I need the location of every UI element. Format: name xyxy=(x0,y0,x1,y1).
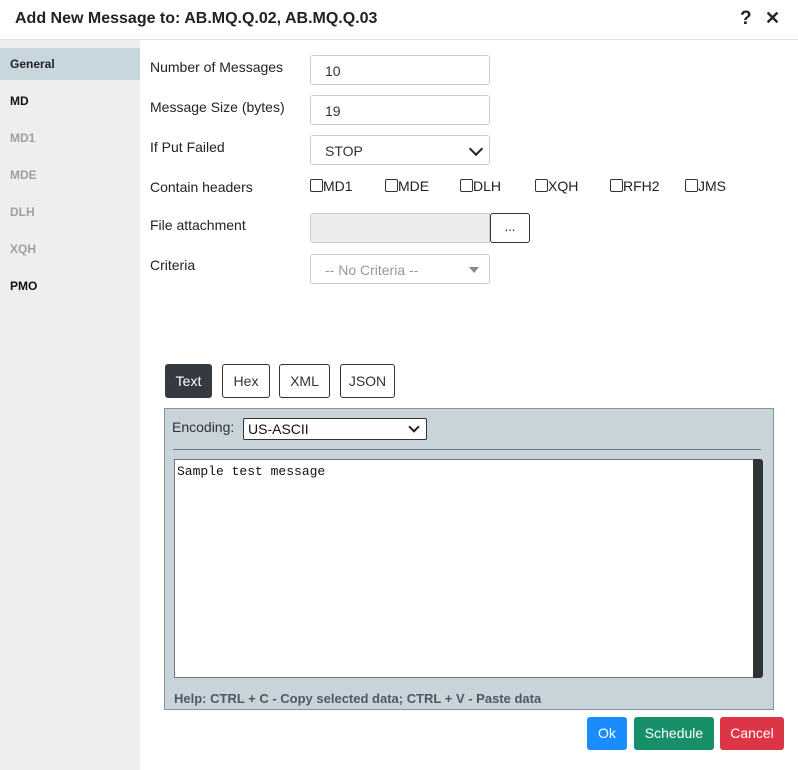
cancel-button[interactable]: Cancel xyxy=(720,717,784,750)
checkbox-md1[interactable]: MD1 xyxy=(310,178,353,194)
checkbox-xqh[interactable]: XQH xyxy=(535,178,578,194)
sidebar-item-mde: MDE xyxy=(10,168,37,182)
tab-json[interactable]: JSON xyxy=(340,364,395,398)
sidebar-item-pmo[interactable]: PMO xyxy=(0,270,140,302)
chevron-down-icon xyxy=(468,141,484,157)
ok-button[interactable]: Ok xyxy=(587,717,627,750)
textarea-scrollbar[interactable] xyxy=(753,459,763,678)
criteria-placeholder: -- No Criteria -- xyxy=(325,262,419,278)
sidebar-item-md1: MD1 xyxy=(10,131,36,145)
contain-headers-label: Contain headers xyxy=(150,179,253,195)
caret-down-icon xyxy=(469,267,479,273)
sidebar-item-xqh: XQH xyxy=(10,242,37,256)
checkbox-label: MD1 xyxy=(323,178,353,194)
num-messages-label: Number of Messages xyxy=(150,59,284,75)
checkbox-dlh[interactable]: DLH xyxy=(460,178,501,194)
schedule-button[interactable]: Schedule xyxy=(634,717,714,750)
criteria-label: Criteria xyxy=(150,257,196,273)
dialog-title: Add New Message to: AB.MQ.Q.02, AB.MQ.Q.… xyxy=(15,10,378,27)
tab-text[interactable]: Text xyxy=(165,364,212,398)
tab-hex[interactable]: Hex xyxy=(222,364,270,398)
checkbox-box xyxy=(310,179,323,192)
checkbox-rfh2[interactable]: RFH2 xyxy=(610,178,660,194)
sidebar-item-general[interactable]: General xyxy=(0,48,140,80)
message-textarea[interactable]: Sample test message xyxy=(174,459,754,678)
checkbox-mde[interactable]: MDE xyxy=(385,178,429,194)
checkbox-box xyxy=(610,179,623,192)
checkbox-box xyxy=(460,179,473,192)
checkbox-label: MDE xyxy=(398,178,430,194)
sidebar-item-md[interactable]: MD xyxy=(0,85,140,117)
message-editor: Encoding: US-ASCII Sample test message H… xyxy=(164,408,774,710)
help-icon[interactable]: ? xyxy=(740,8,752,30)
checkbox-box xyxy=(385,179,398,192)
tab-xml[interactable]: XML xyxy=(279,364,330,398)
checkbox-label: JMS xyxy=(698,178,726,194)
sidebar-item-dlh: DLH xyxy=(10,205,35,219)
browse-button[interactable]: ... xyxy=(490,213,530,243)
if-put-failed-value: STOP xyxy=(325,143,363,159)
editor-help-text: Help: CTRL + C - Copy selected data; CTR… xyxy=(174,691,542,706)
file-attachment-field xyxy=(310,213,490,243)
num-messages-input[interactable]: 10 xyxy=(310,55,490,85)
dialog-titlebar: Add New Message to: AB.MQ.Q.02, AB.MQ.Q.… xyxy=(0,0,798,40)
chevron-down-icon xyxy=(408,421,420,433)
if-put-failed-label: If Put Failed xyxy=(150,139,225,155)
encoding-value: US-ASCII xyxy=(248,421,309,437)
msg-size-label: Message Size (bytes) xyxy=(150,99,285,115)
file-attachment-label: File attachment xyxy=(150,217,246,233)
msg-size-input[interactable]: 19 xyxy=(310,95,490,125)
checkbox-label: XQH xyxy=(548,178,579,194)
sidebar: General MD MD1 MDE DLH XQH PMO xyxy=(0,40,140,770)
criteria-select[interactable]: -- No Criteria -- xyxy=(310,254,490,284)
checkbox-jms[interactable]: JMS xyxy=(685,178,726,194)
checkbox-label: DLH xyxy=(473,178,502,194)
encoding-select[interactable]: US-ASCII xyxy=(243,418,427,440)
checkbox-box xyxy=(685,179,698,192)
encoding-label: Encoding: xyxy=(172,419,235,435)
editor-divider xyxy=(173,449,761,450)
close-icon[interactable]: ✕ xyxy=(765,8,780,29)
checkbox-box xyxy=(535,179,548,192)
if-put-failed-select[interactable]: STOP xyxy=(310,135,490,165)
checkbox-label: RFH2 xyxy=(623,178,660,194)
